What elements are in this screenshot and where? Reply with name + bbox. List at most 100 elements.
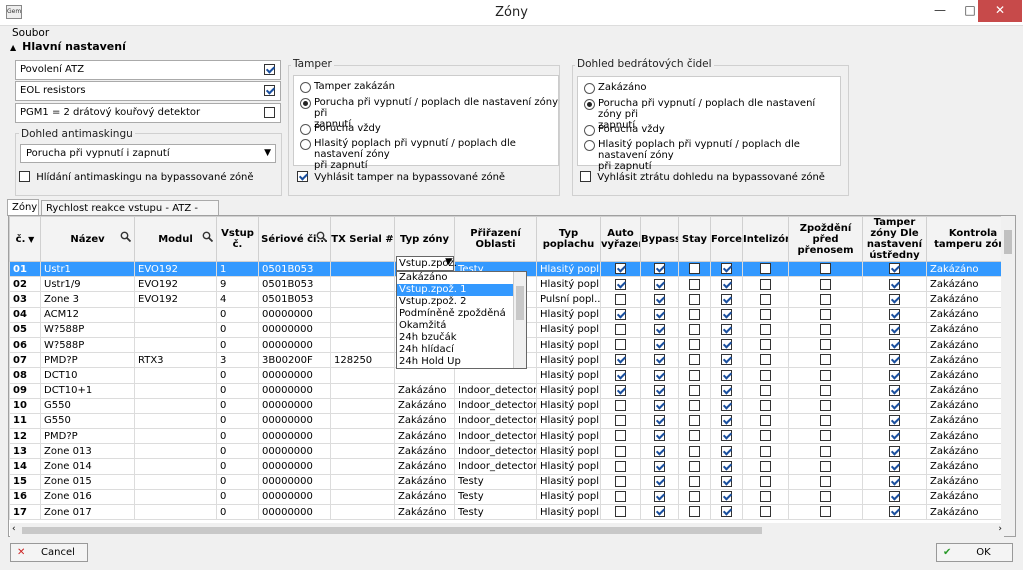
cell-checkbox[interactable]: [862, 336, 927, 354]
row-checkbox[interactable]: [889, 415, 900, 427]
row-checkbox[interactable]: [889, 278, 900, 290]
row-checkbox[interactable]: [889, 293, 900, 305]
cell-in[interactable]: 9: [216, 276, 259, 293]
row-checkbox[interactable]: [689, 415, 700, 427]
cell-checkbox[interactable]: [742, 291, 789, 308]
row-checkbox[interactable]: [654, 339, 665, 351]
cell-checkbox[interactable]: [710, 276, 743, 293]
cell-alarm[interactable]: Hlasitý popl...: [536, 397, 601, 414]
row-checkbox[interactable]: [689, 339, 700, 351]
row-checkbox[interactable]: [760, 415, 771, 427]
cell-checkbox[interactable]: [710, 397, 743, 414]
row-checkbox[interactable]: [654, 384, 665, 396]
row-checkbox[interactable]: [820, 506, 831, 518]
cell-tx[interactable]: [330, 473, 395, 490]
scroll-right-icon[interactable]: ›: [998, 524, 1002, 534]
cell-checkbox[interactable]: [710, 336, 743, 354]
cell-ser[interactable]: 00000000: [258, 367, 331, 384]
cell-checkbox[interactable]: [788, 503, 863, 521]
cell-checkbox[interactable]: [862, 352, 927, 369]
cell-checkbox[interactable]: [788, 276, 863, 293]
cell-mod[interactable]: EVO192: [134, 291, 217, 308]
row-checkbox[interactable]: [820, 475, 831, 487]
cell-n[interactable]: 12: [9, 428, 41, 445]
cell-ser[interactable]: 3B00200F: [258, 352, 331, 369]
cell-mod[interactable]: [134, 503, 217, 521]
cell-tx[interactable]: [330, 488, 395, 506]
cell-n[interactable]: 03: [9, 291, 41, 308]
cell-checkbox[interactable]: [710, 291, 743, 308]
cell-checkbox[interactable]: [710, 473, 743, 490]
row-checkbox[interactable]: [820, 415, 831, 427]
cell-tx[interactable]: [330, 458, 395, 475]
cancel-button[interactable]: ✕ Cancel: [10, 543, 88, 562]
row-checkbox[interactable]: [820, 278, 831, 290]
row-checkbox[interactable]: [820, 445, 831, 457]
row-checkbox[interactable]: [689, 506, 700, 518]
option-atz-checkbox[interactable]: [264, 64, 275, 75]
table-row[interactable]: 16 Zone 016 0 00000000 Zakázáno Testy Hlasitý …: [9, 488, 1015, 506]
cell-ser[interactable]: 00000000: [258, 382, 331, 399]
cell-in[interactable]: 0: [216, 336, 259, 354]
cell-checkbox[interactable]: [678, 276, 711, 293]
table-row[interactable]: 11 G550 0 00000000 Zakázáno Indoor_detector Hl…: [9, 412, 1015, 430]
cell-checkbox[interactable]: [678, 336, 711, 354]
cell-ser[interactable]: 00000000: [258, 473, 331, 490]
row-checkbox[interactable]: [721, 400, 732, 412]
cell-name[interactable]: PMD?P: [40, 428, 135, 445]
cell-checkbox[interactable]: [640, 336, 679, 354]
cell-ser[interactable]: 00000000: [258, 443, 331, 460]
cell-checkbox[interactable]: [600, 367, 641, 384]
row-checkbox[interactable]: [689, 354, 700, 366]
zone-type-combo[interactable]: Vstup.zpož. ▼: [396, 256, 457, 271]
option-pgm1[interactable]: PGM1 = 2 drátový kouřový detektor: [15, 103, 281, 123]
cell-checkbox[interactable]: [678, 352, 711, 369]
cell-alarm[interactable]: Hlasitý popl...: [536, 352, 601, 369]
cell-ser[interactable]: 00000000: [258, 458, 331, 475]
row-checkbox[interactable]: [889, 445, 900, 457]
cell-ser[interactable]: 00000000: [258, 488, 331, 506]
cell-name[interactable]: Ustr1/9: [40, 276, 135, 293]
table-row[interactable]: 08DCT10000000000Hlasitý popl...Zakázáno: [9, 367, 1015, 384]
cell-n[interactable]: 10: [9, 397, 41, 414]
row-checkbox[interactable]: [820, 384, 831, 396]
cell-checkbox[interactable]: [742, 458, 789, 475]
row-checkbox[interactable]: [889, 324, 900, 336]
cell-checkbox[interactable]: [788, 488, 863, 506]
cell-tx[interactable]: [330, 321, 395, 338]
cell-alarm[interactable]: Hlasitý popl...: [536, 276, 601, 293]
row-checkbox[interactable]: [721, 263, 732, 275]
row-checkbox[interactable]: [760, 354, 771, 366]
cell-checkbox[interactable]: [640, 367, 679, 384]
cell-in[interactable]: 0: [216, 367, 259, 384]
cell-in[interactable]: 0: [216, 488, 259, 506]
cell-mod[interactable]: [134, 321, 217, 338]
row-checkbox[interactable]: [654, 293, 665, 305]
row-checkbox[interactable]: [689, 278, 700, 290]
cell-mod[interactable]: [134, 367, 217, 384]
cell-name[interactable]: DCT10+1: [40, 382, 135, 399]
cell-checkbox[interactable]: [710, 428, 743, 445]
cell-checkbox[interactable]: [678, 397, 711, 414]
row-checkbox[interactable]: [721, 278, 732, 290]
row-checkbox[interactable]: [721, 339, 732, 351]
cell-type[interactable]: [394, 367, 455, 384]
cell-checkbox[interactable]: [742, 352, 789, 369]
cell-checkbox[interactable]: [710, 412, 743, 430]
cell-checkbox[interactable]: [862, 260, 927, 278]
row-checkbox[interactable]: [654, 369, 665, 381]
column-header[interactable]: Typ poplachu: [536, 216, 601, 262]
cell-checkbox[interactable]: [710, 352, 743, 369]
cell-checkbox[interactable]: [640, 352, 679, 369]
cell-checkbox[interactable]: [678, 443, 711, 460]
cell-checkbox[interactable]: [640, 443, 679, 460]
cell-checkbox[interactable]: [788, 306, 863, 323]
row-checkbox[interactable]: [689, 430, 700, 442]
cell-checkbox[interactable]: [710, 382, 743, 399]
cell-name[interactable]: W?588P: [40, 321, 135, 338]
cell-checkbox[interactable]: [600, 443, 641, 460]
row-checkbox[interactable]: [615, 263, 626, 275]
cell-name[interactable]: Zone 013: [40, 443, 135, 460]
cell-area[interactable]: [454, 367, 537, 384]
cell-tx[interactable]: [330, 428, 395, 445]
